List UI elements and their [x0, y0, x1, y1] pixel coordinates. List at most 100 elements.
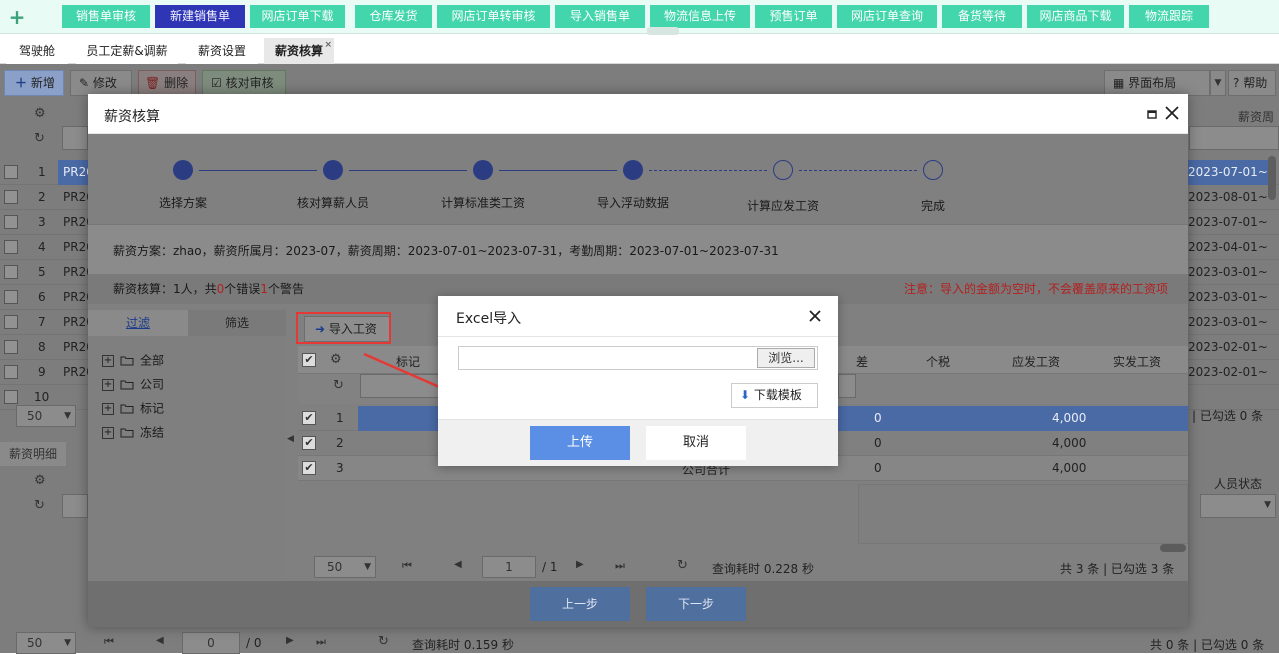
topnav-item[interactable]: 预售订单 — [755, 5, 832, 28]
next-step-button[interactable]: 下一步 — [646, 587, 746, 621]
topnav-item[interactable]: 网店订单下载 — [250, 5, 345, 28]
calc-prefix: 薪资核算：1人，共 — [113, 282, 217, 296]
screen-tab[interactable]: 筛选 — [188, 310, 286, 336]
nav-collapse-handle[interactable] — [647, 27, 679, 35]
bg-detail-settings-icon[interactable]: ⚙ — [34, 473, 46, 488]
bg-bottom-page-size[interactable]: 50 ▼ — [16, 632, 76, 654]
tab-4[interactable]: 薪资核算 × — [264, 38, 334, 64]
bg-grid-refresh-icon[interactable]: ↻ — [34, 131, 45, 146]
delete-button[interactable]: 🗑 删除 — [138, 70, 196, 96]
first-page-icon[interactable]: ⏮ — [402, 559, 412, 573]
tab-close-icon[interactable]: × — [324, 32, 332, 58]
add-icon[interactable]: + — [6, 6, 28, 28]
row-checkbox[interactable] — [4, 390, 18, 404]
row-checkbox[interactable] — [4, 290, 18, 304]
filter-tab[interactable]: 过滤 — [88, 310, 188, 336]
prev-page-icon[interactable]: ◀ — [454, 559, 462, 570]
grid-settings-icon[interactable]: ⚙ — [330, 352, 342, 367]
topnav-item[interactable]: 导入销售单 — [555, 5, 645, 28]
tab-1[interactable]: 驾驶舱 — [6, 38, 68, 64]
bg-grid-settings-icon[interactable]: ⚙ — [34, 106, 46, 121]
check-audit-button[interactable]: ☑ 核对审核 — [202, 70, 286, 96]
tree-item[interactable]: + 标记 — [102, 398, 164, 418]
row-checkbox[interactable] — [4, 240, 18, 254]
next-page-icon[interactable]: ▶ — [286, 635, 294, 646]
prev-step-button[interactable]: 上一步 — [530, 587, 630, 621]
bg-filter-input-right[interactable] — [1189, 126, 1279, 150]
next-page-icon[interactable]: ▶ — [576, 559, 584, 570]
row-checkbox[interactable] — [4, 340, 18, 354]
topnav-item[interactable]: 网店订单查询 — [837, 5, 937, 28]
topnav-item[interactable]: 网店商品下载 — [1027, 5, 1124, 28]
last-page-icon[interactable]: ⏭ — [615, 559, 625, 573]
row-number: 2 — [336, 436, 344, 450]
row-checkbox[interactable]: ✔ — [302, 411, 316, 425]
cancel-button[interactable]: 取消 — [646, 426, 746, 460]
bg-detail-refresh-icon[interactable]: ↻ — [34, 498, 45, 513]
tree-item-label: 全部 — [140, 353, 165, 368]
row-checkbox[interactable] — [4, 315, 18, 329]
expand-icon[interactable]: + — [102, 354, 114, 367]
row-period: 2023-07-01~20 — [1188, 215, 1268, 229]
row-code: PR20 — [63, 340, 88, 354]
layout-button[interactable]: ▦ 界面布局 — [1104, 70, 1210, 96]
topnav-item[interactable]: 新建销售单 — [155, 5, 245, 28]
tree-item[interactable]: + 冻结 — [102, 422, 164, 442]
expand-icon[interactable]: + — [102, 426, 114, 439]
grid-scrollbar[interactable] — [1160, 544, 1186, 552]
reload-icon[interactable]: ↻ — [378, 634, 389, 649]
expand-icon[interactable]: + — [102, 378, 114, 391]
reload-icon[interactable]: ↻ — [677, 558, 688, 573]
edit-button[interactable]: ✎ 修改 — [70, 70, 132, 96]
tab-3[interactable]: 薪资设置 — [186, 38, 258, 64]
topnav-item[interactable]: 销售单审核 — [62, 5, 150, 28]
row-checkbox[interactable] — [4, 365, 18, 379]
close-icon[interactable] — [807, 308, 823, 324]
close-icon[interactable] — [1163, 104, 1181, 122]
tree-item[interactable]: + 公司 — [102, 374, 164, 394]
step-indicator-icon — [323, 160, 343, 180]
last-page-icon[interactable]: ⏭ — [316, 635, 326, 649]
row-checkbox[interactable] — [4, 190, 18, 204]
topnav-item[interactable]: 物流信息上传 — [650, 5, 750, 28]
help-button[interactable]: ? 帮助 — [1228, 70, 1276, 96]
excel-import-dialog: Excel导入 浏览... ⬇ 下载模板 上传 取消 — [438, 296, 838, 466]
collapse-panel-icon[interactable]: ◀ — [287, 434, 294, 444]
layout-dropdown-icon[interactable]: ▼ — [1210, 70, 1226, 96]
expand-icon[interactable]: + — [102, 402, 114, 415]
bg-filter-input[interactable] — [62, 126, 88, 150]
upload-button[interactable]: 上传 — [530, 426, 630, 460]
grid-filter-input-right[interactable] — [838, 374, 856, 398]
edit-button-label: 修改 — [92, 76, 117, 90]
bg-detail-filter-input[interactable] — [62, 494, 88, 518]
row-checkbox[interactable]: ✔ — [302, 436, 316, 450]
dialog-page-size-select[interactable]: 50 ▼ — [314, 556, 376, 578]
first-page-icon[interactable]: ⏮ — [104, 635, 114, 649]
topnav-item[interactable]: 物流跟踪 — [1129, 5, 1209, 28]
download-template-button[interactable]: ⬇ 下载模板 — [731, 383, 818, 408]
dialog-page-size-value: 50 — [327, 560, 343, 574]
bg-bottom-page-input[interactable]: 0 — [182, 632, 240, 654]
topnav-item[interactable]: 备货等待 — [942, 5, 1022, 28]
select-all-checkbox[interactable]: ✔ — [302, 353, 316, 367]
prev-page-icon[interactable]: ◀ — [156, 635, 164, 646]
bg-bottom-count: 共 0 条 | 已勾选 0 条 — [1150, 638, 1265, 652]
grid-refresh-icon[interactable]: ↻ — [333, 378, 344, 393]
tree-item[interactable]: + 全部 — [102, 350, 164, 370]
bg-page-size-select[interactable]: 50 ▼ — [16, 405, 76, 427]
row-checkbox[interactable] — [4, 265, 18, 279]
bg-person-status-select[interactable]: ▼ — [1200, 494, 1276, 518]
topnav-item[interactable]: 网店订单转审核 — [437, 5, 550, 28]
bg-scrollbar[interactable] — [1268, 156, 1276, 200]
topnav-item[interactable]: 仓库发货 — [355, 5, 432, 28]
row-checkbox[interactable] — [4, 165, 18, 179]
add-button[interactable]: ＋ 新增 — [4, 70, 64, 96]
tab-2[interactable]: 员工定薪&调薪 — [76, 38, 178, 64]
browse-button[interactable]: 浏览... — [757, 348, 815, 368]
bg-detail-tab[interactable]: 薪资明细 — [0, 442, 66, 466]
dialog-page-input[interactable]: 1 — [482, 556, 536, 578]
maximize-icon[interactable] — [1144, 106, 1160, 122]
row-checkbox[interactable]: ✔ — [302, 461, 316, 475]
step-label: 选择方案 — [158, 196, 207, 210]
row-checkbox[interactable] — [4, 215, 18, 229]
